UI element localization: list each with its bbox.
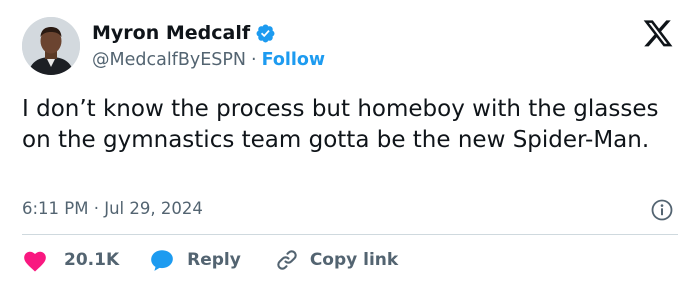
- tweet-timestamp[interactable]: 6:11 PM · Jul 29, 2024: [22, 197, 203, 221]
- heart-icon: [24, 251, 46, 272]
- like-button[interactable]: 20.1K: [22, 248, 119, 272]
- tweet-card: Myron Medcalf @MedcalfByESPN · Follow I …: [0, 0, 700, 287]
- separator-dot: ·: [251, 50, 257, 70]
- reply-bubble-icon: [151, 250, 173, 271]
- like-count: 20.1K: [64, 250, 120, 270]
- verified-badge-icon: [255, 23, 276, 44]
- action-bar: 20.1K Reply Copy link: [22, 246, 398, 274]
- copy-link-label: Copy link: [309, 250, 399, 270]
- link-icon: [277, 250, 297, 270]
- x-logo-icon[interactable]: [642, 20, 674, 50]
- author-handle[interactable]: @MedcalfByESPN: [92, 50, 246, 70]
- follow-button[interactable]: Follow: [262, 50, 325, 70]
- avatar-image: [22, 17, 80, 75]
- reply-button[interactable]: Reply: [149, 248, 241, 272]
- copy-link-button[interactable]: Copy link: [275, 248, 398, 272]
- author-name-row: Myron Medcalf: [92, 20, 276, 46]
- tweet-text: I don’t know the process but homeboy wit…: [22, 96, 659, 153]
- divider: [22, 234, 678, 235]
- author-display-name[interactable]: Myron Medcalf: [92, 22, 250, 44]
- info-icon[interactable]: [650, 198, 674, 222]
- author-handle-row: @MedcalfByESPN · Follow: [92, 48, 325, 72]
- avatar[interactable]: [22, 17, 80, 75]
- reply-label: Reply: [187, 250, 241, 270]
